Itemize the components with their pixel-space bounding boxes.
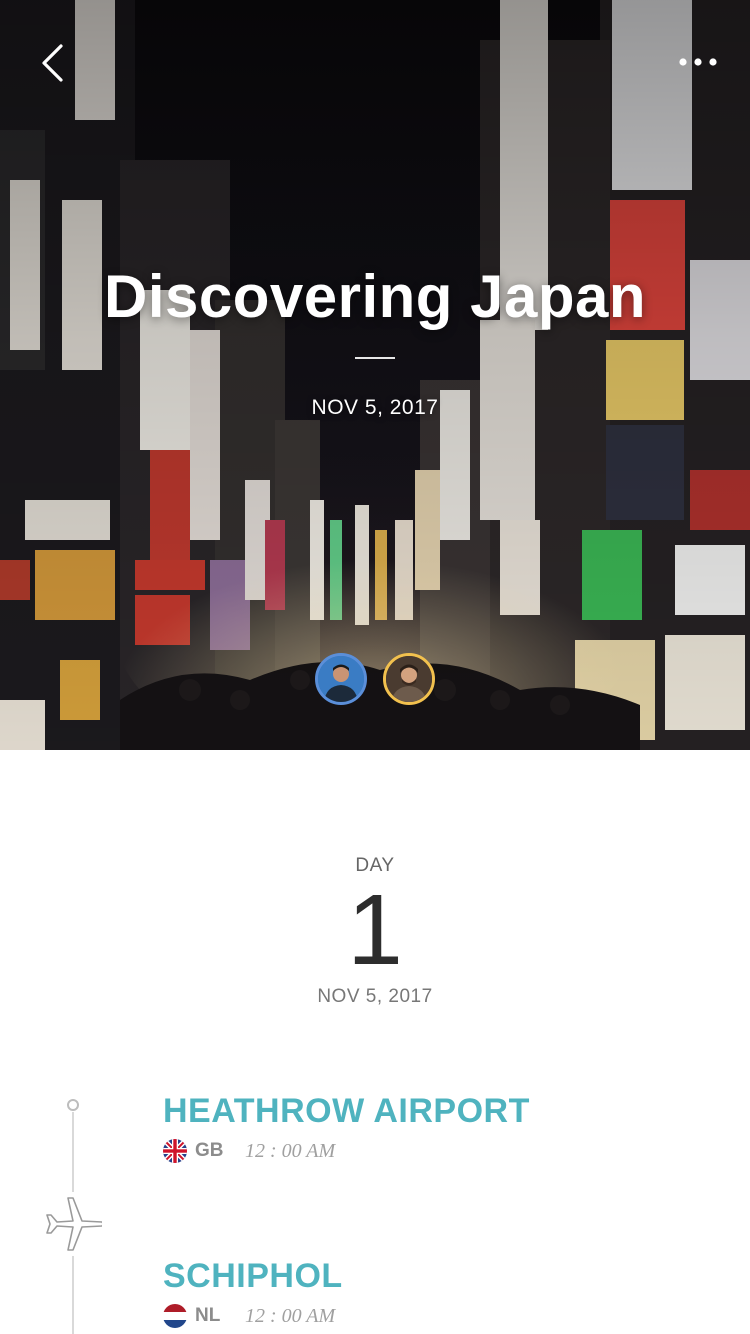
cover-overlay <box>0 0 750 750</box>
person-avatar-icon <box>386 656 432 702</box>
timeline-stop[interactable]: HEATHROW AIRPORT GB 12 : 00 AM <box>163 1090 530 1164</box>
stop-time: 12 : 00 AM <box>245 1139 336 1162</box>
trip-cover: Discovering Japan NOV 5, 2017 <box>0 0 750 750</box>
flag-nl-icon <box>163 1304 187 1328</box>
trip-date: NOV 5, 2017 <box>311 396 439 419</box>
timeline-stop[interactable]: SCHIPHOL NL 12 : 00 AM <box>163 1255 343 1329</box>
title-divider <box>355 357 395 359</box>
country-code: GB <box>195 1140 224 1161</box>
timeline-start-dot <box>67 1099 79 1111</box>
traveler-avatar-1[interactable] <box>315 653 367 705</box>
stop-time: 12 : 00 AM <box>245 1304 336 1327</box>
stop-meta: NL 12 : 00 AM <box>163 1303 343 1329</box>
stop-meta: GB 12 : 00 AM <box>163 1138 530 1164</box>
stop-name[interactable]: SCHIPHOL <box>163 1255 343 1297</box>
flag-gb-icon <box>163 1139 187 1163</box>
back-button[interactable] <box>26 36 80 90</box>
stop-name[interactable]: HEATHROW AIRPORT <box>163 1090 530 1132</box>
trip-title: Discovering Japan <box>103 263 647 330</box>
more-dots-icon <box>679 58 717 66</box>
day-date: NOV 5, 2017 <box>317 986 433 1007</box>
chevron-left-icon <box>42 44 63 82</box>
airplane-icon <box>45 1192 103 1256</box>
day-number: 1 <box>347 874 403 986</box>
traveler-avatar-2[interactable] <box>383 653 435 705</box>
more-options-button[interactable] <box>668 40 728 84</box>
person-avatar-icon <box>318 656 364 702</box>
country-code: NL <box>195 1305 221 1326</box>
